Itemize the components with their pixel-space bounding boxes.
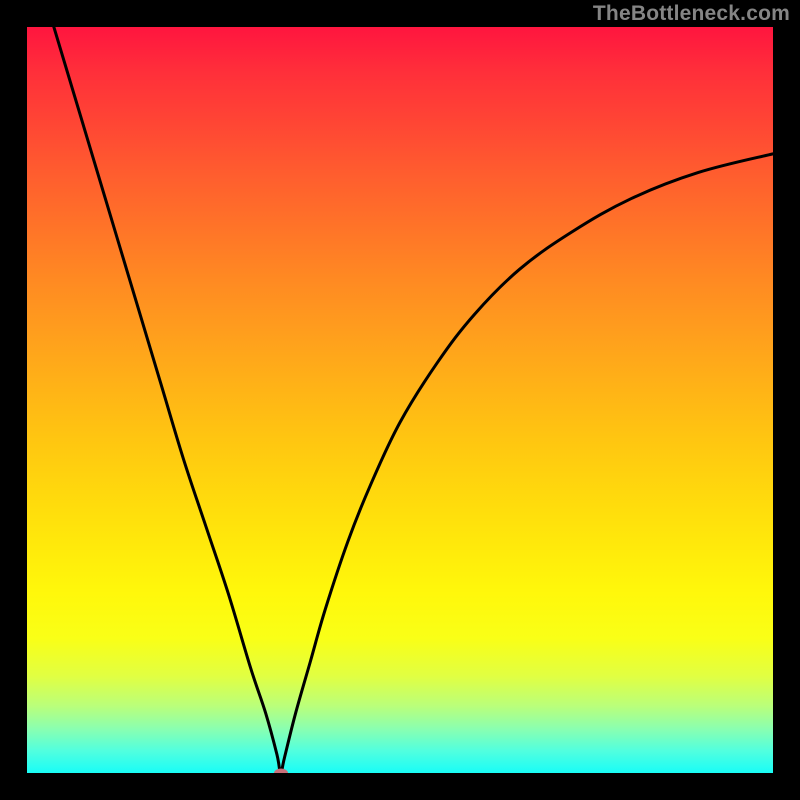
curve-path — [49, 27, 773, 773]
bottleneck-curve — [27, 27, 773, 773]
plot-area — [27, 27, 773, 773]
chart-frame: TheBottleneck.com — [0, 0, 800, 800]
watermark-text: TheBottleneck.com — [593, 2, 790, 26]
min-marker — [274, 769, 288, 774]
